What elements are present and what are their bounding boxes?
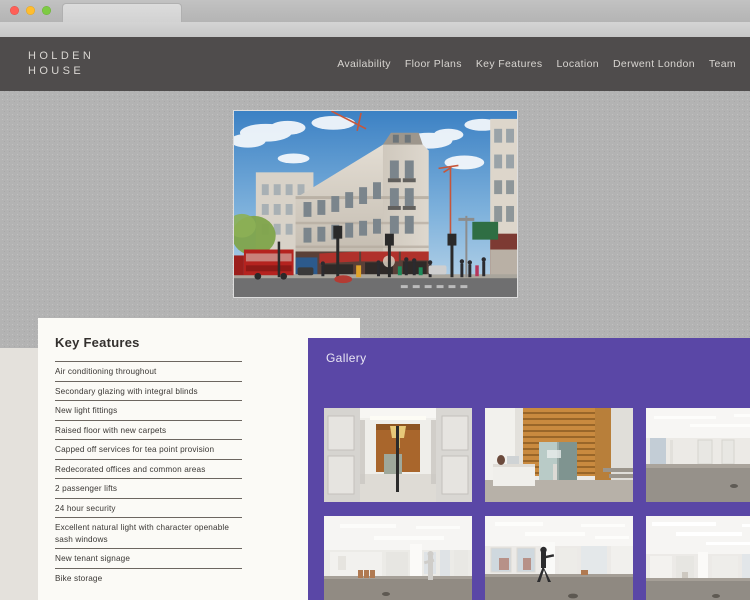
key-feature-item: Air conditioning throughout [55,361,242,381]
gallery-grid [324,408,750,600]
key-feature-item: New tenant signage [55,548,242,568]
logo-line-1: HOLDEN [28,50,95,62]
key-feature-item: 2 passenger lifts [55,478,242,498]
key-features-list: Air conditioning throughout Secondary gl… [55,361,242,587]
window-controls [10,6,51,15]
gallery-thumb-reception[interactable] [485,408,633,502]
key-feature-item: New light fittings [55,400,242,420]
page-content: HOLDEN HOUSE Availability Floor Plans Ke… [0,37,750,600]
nav-item-location[interactable]: Location [556,58,599,70]
key-feature-item: Excellent natural light with character o… [55,517,242,548]
browser-tab[interactable] [62,3,182,22]
browser-toolbar [0,22,750,37]
gallery-thumb-entrance-corridor[interactable] [324,408,472,502]
key-feature-item: Secondary glazing with integral blinds [55,380,242,401]
site-header: HOLDEN HOUSE Availability Floor Plans Ke… [0,37,750,91]
browser-window: HOLDEN HOUSE Availability Floor Plans Ke… [0,0,750,600]
gallery-thumb-office-long[interactable] [646,516,750,600]
key-feature-item: Raised floor with new carpets [55,419,242,440]
minimize-window-icon[interactable] [26,6,35,15]
left-accent-strip [0,348,38,600]
gallery-thumb-office-tripod[interactable] [485,516,633,600]
hero-image [233,110,518,298]
gallery-thumb-open-plan[interactable] [324,516,472,600]
key-features-title: Key Features [55,335,140,350]
nav-item-availability[interactable]: Availability [337,58,391,70]
browser-tabbar [0,0,750,22]
logo-line-2: HOUSE [28,65,85,77]
gallery-thumb-office-empty[interactable] [646,408,750,502]
nav-item-key-features[interactable]: Key Features [476,58,543,70]
nav-item-derwent-london[interactable]: Derwent London [613,58,695,70]
key-feature-item: Redecorated offices and common areas [55,458,242,479]
nav-item-floor-plans[interactable]: Floor Plans [405,58,462,70]
site-logo[interactable]: HOLDEN HOUSE [28,49,94,79]
browser-chrome [0,0,750,37]
close-window-icon[interactable] [10,6,19,15]
maximize-window-icon[interactable] [42,6,51,15]
key-feature-item: Capped off services for tea point provis… [55,439,242,459]
key-feature-item: 24 hour security [55,497,242,518]
gallery-title: Gallery [326,351,367,365]
key-feature-item: Bike storage [55,567,242,588]
gallery-panel: Gallery [308,338,750,600]
main-navigation: Availability Floor Plans Key Features Lo… [337,37,736,91]
nav-item-team[interactable]: Team [709,58,736,70]
